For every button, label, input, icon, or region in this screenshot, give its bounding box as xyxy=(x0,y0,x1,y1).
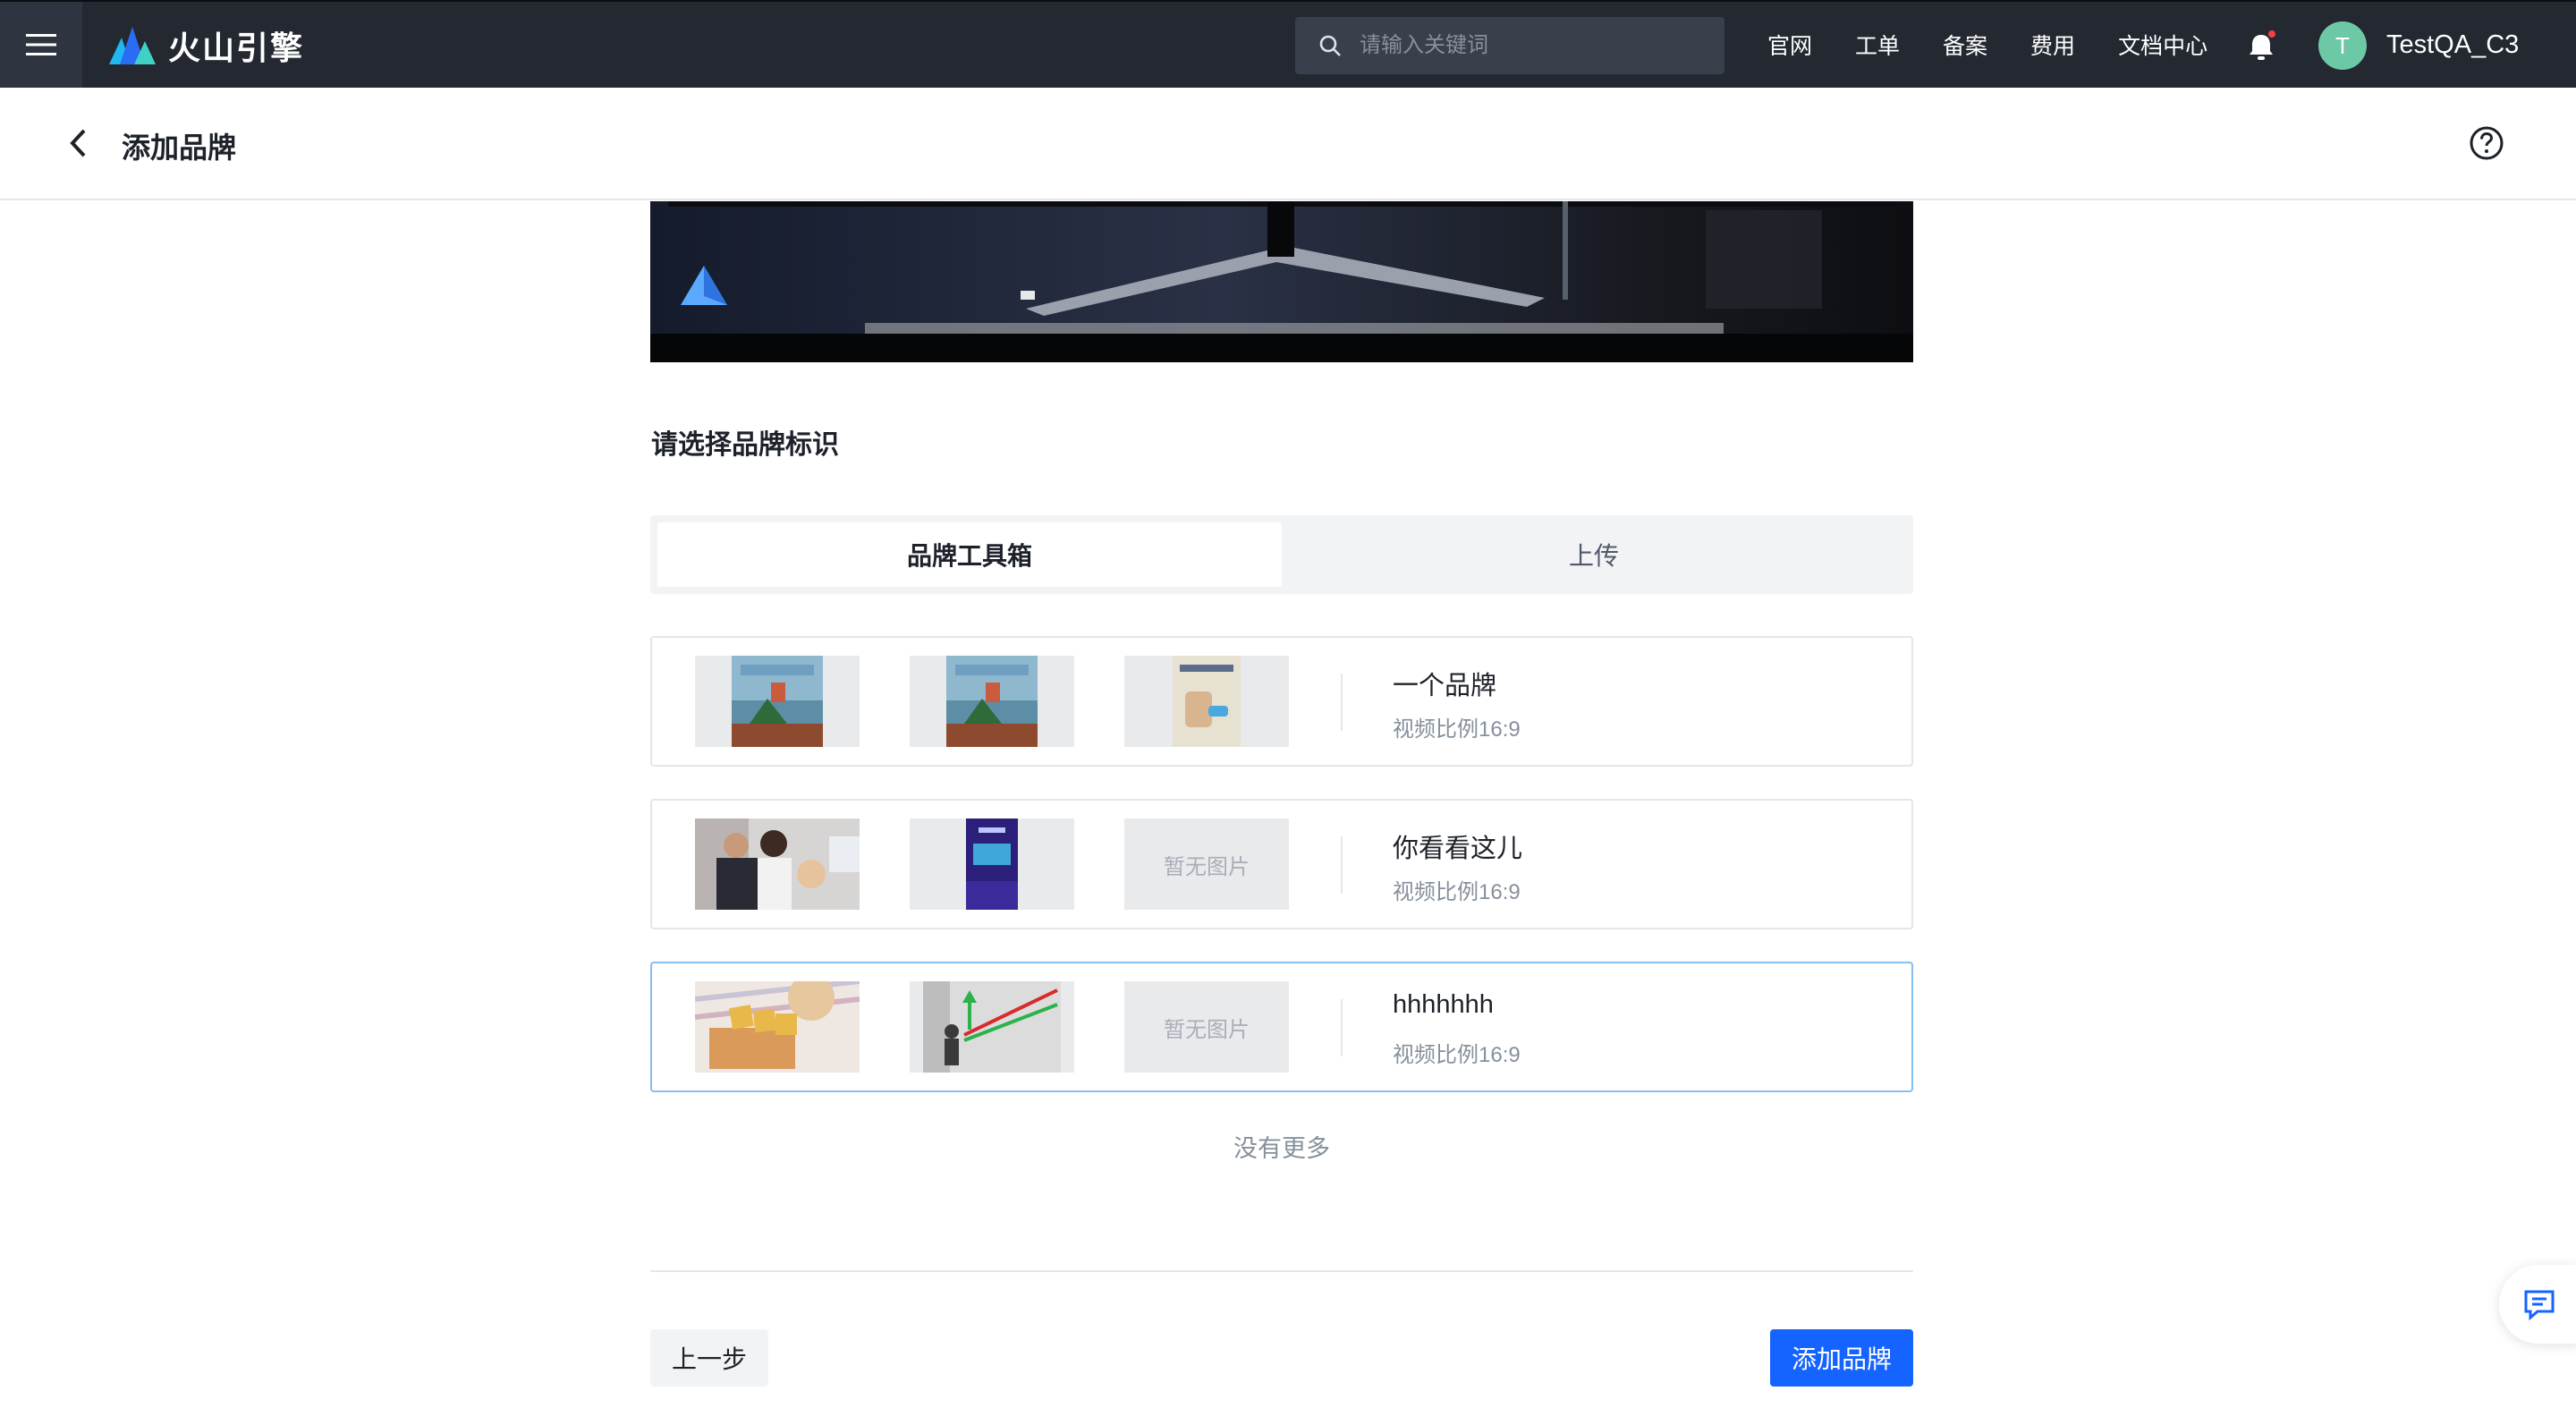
username[interactable]: TestQA_C3 xyxy=(2386,30,2519,60)
brand-thumbnail xyxy=(910,819,1074,910)
brand-name: hhhhhhh xyxy=(1393,990,1494,1019)
city-image-icon xyxy=(946,656,1038,747)
people-image-icon xyxy=(695,819,860,910)
divider xyxy=(1341,836,1343,894)
search-box[interactable] xyxy=(1295,17,1724,74)
volcano-logo-icon xyxy=(109,27,156,64)
logo[interactable]: 火山引擎 xyxy=(107,21,304,70)
feedback-button[interactable] xyxy=(2499,1265,2576,1344)
top-navbar: 火山引擎 官网 工单 备案 费用 文档中心 T TestQA_C3 xyxy=(0,0,2576,88)
city-image-icon xyxy=(732,656,823,747)
nav-link-official-site[interactable]: 官网 xyxy=(1767,29,1812,61)
brand-name: 你看看这儿 xyxy=(1393,835,1523,863)
banner-image xyxy=(650,201,1913,362)
pmi-image-icon xyxy=(695,981,860,1073)
empty-thumbnail-label: 暂无图片 xyxy=(1164,1017,1250,1042)
brand-thumbnail-empty: 暂无图片 xyxy=(1124,819,1289,910)
nav-link-tickets[interactable]: 工单 xyxy=(1855,29,1900,61)
brand-thumbnail xyxy=(910,981,1074,1073)
empty-thumbnail-label: 暂无图片 xyxy=(1164,854,1250,879)
nav-link-docs[interactable]: 文档中心 xyxy=(2118,29,2207,61)
brand-name: 一个品牌 xyxy=(1393,672,1497,700)
brand-card[interactable]: 暂无图片 你看看这儿 视频比例16:9 xyxy=(650,799,1913,929)
logo-text: 火山引擎 xyxy=(168,30,305,66)
brand-thumbnail xyxy=(910,656,1074,747)
feedback-icon xyxy=(2524,1290,2555,1321)
search-input[interactable] xyxy=(1358,32,1701,59)
brand-thumbnail xyxy=(1124,656,1289,747)
notification-dot xyxy=(2268,30,2275,38)
brand-ratio: 视频比例16:9 xyxy=(1393,1043,1521,1067)
brand-thumbnail-empty: 暂无图片 xyxy=(1124,981,1289,1073)
brand-thumbnail xyxy=(695,656,860,747)
footer-divider xyxy=(650,1270,1913,1272)
nav-link-filing[interactable]: 备案 xyxy=(1943,29,1987,61)
help-button[interactable] xyxy=(2467,123,2506,163)
brand-card-selected[interactable]: 暂无图片 hhhhhhh 视频比例16:9 xyxy=(650,962,1913,1092)
tech-image-icon xyxy=(966,819,1018,910)
brand-preview-banner xyxy=(650,201,1913,362)
back-button[interactable] xyxy=(59,123,98,163)
page-title: 添加品牌 xyxy=(122,131,237,164)
divider xyxy=(1341,999,1343,1056)
previous-step-button[interactable]: 上一步 xyxy=(650,1329,768,1387)
tab-upload[interactable]: 上传 xyxy=(1282,522,1906,587)
notifications-button[interactable] xyxy=(2243,29,2279,64)
list-end-label: 没有更多 xyxy=(1233,1135,1330,1162)
product-image-icon xyxy=(1173,656,1241,747)
search-icon xyxy=(1319,35,1341,56)
brand-thumbnail xyxy=(695,981,860,1073)
avatar[interactable]: T xyxy=(2318,21,2367,70)
brand-thumbnail xyxy=(695,819,860,910)
chevron-left-icon xyxy=(70,129,86,157)
tab-brand-toolbox[interactable]: 品牌工具箱 xyxy=(657,522,1282,587)
help-icon xyxy=(2470,126,2504,160)
arrows-image-icon xyxy=(923,981,1061,1073)
brand-card[interactable]: 一个品牌 视频比例16:9 xyxy=(650,636,1913,767)
hamburger-icon xyxy=(26,34,56,55)
logo-source-tabs: 品牌工具箱 上传 xyxy=(650,515,1913,594)
brand-ratio: 视频比例16:9 xyxy=(1393,880,1521,904)
banner-logo-icon xyxy=(681,266,727,305)
page-header: 添加品牌 xyxy=(0,88,2576,200)
add-brand-button[interactable]: 添加品牌 xyxy=(1770,1329,1913,1387)
nav-links: 官网 工单 备案 费用 文档中心 xyxy=(1767,2,2250,88)
section-title: 请选择品牌标识 xyxy=(651,430,839,460)
divider xyxy=(1341,674,1343,731)
nav-link-billing[interactable]: 费用 xyxy=(2030,29,2075,61)
brand-ratio: 视频比例16:9 xyxy=(1393,717,1521,742)
menu-button[interactable] xyxy=(0,2,82,88)
